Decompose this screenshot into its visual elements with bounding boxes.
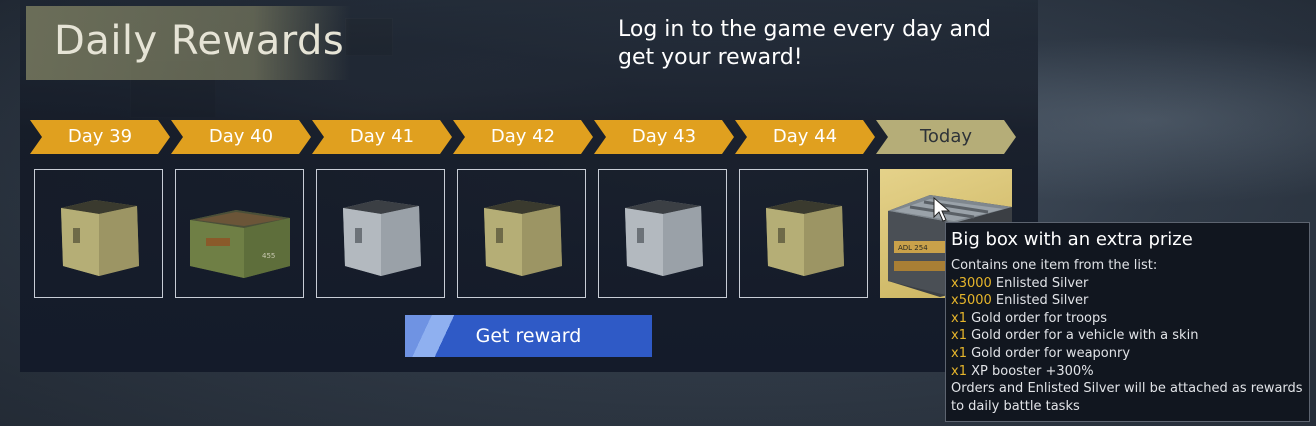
day-ribbon-44: Day 44 [735,120,875,154]
reward-slot-day-41[interactable] [316,169,445,298]
reward-slot-day-40[interactable]: 455 [175,169,304,298]
tooltip-note: Orders and Enlisted Silver will be attac… [951,381,1303,414]
item-text: XP booster +300% [971,363,1094,379]
olive-open-box-icon [61,200,139,276]
headline-text: Log in to the game every day and get you… [618,17,991,70]
item-quantity: x1 [951,310,967,326]
page-title: Daily Rewards [54,18,345,64]
crate-marking: ADL 254 [898,244,928,252]
item-text: Enlisted Silver [995,293,1089,309]
tooltip-title: Big box with an extra prize [951,229,1193,250]
reward-slot-day-42[interactable] [457,169,586,298]
mouse-cursor-icon [933,197,951,222]
item-quantity: x1 [951,328,967,344]
day-ribbon-today: Today [876,120,1016,154]
green-ammo-crate-icon: 455 [190,210,290,278]
get-reward-button-label: Get reward [475,325,582,347]
item-text: Gold order for troops [971,310,1108,326]
item-quantity: x1 [951,345,967,361]
item-text: Enlisted Silver [995,275,1089,291]
tooltip-item: x3000 Enlisted Silver [951,275,1303,293]
item-text: Gold order for a vehicle with a skin [971,328,1199,344]
tooltip-item: x1 XP booster +300% [951,363,1303,381]
reward-tooltip: Big box with an extra prize Contains one… [945,222,1310,422]
reward-slot-day-43[interactable] [598,169,727,298]
tooltip-item: x1 Gold order for a vehicle with a skin [951,327,1303,345]
item-text: Gold order for weaponry [971,345,1131,361]
steel-open-box-icon [625,200,703,276]
day-ribbon-40: Day 40 [171,120,311,154]
tooltip-item: x5000 Enlisted Silver [951,292,1303,310]
reward-slot-day-39[interactable] [34,169,163,298]
olive-open-box-icon [766,200,844,276]
day-ribbon-41: Day 41 [312,120,452,154]
olive-open-box-icon [484,200,562,276]
button-stripe-decoration [405,315,475,357]
day-ribbon-39: Day 39 [30,120,170,154]
tooltip-item: x1 Gold order for troops [951,310,1303,328]
get-reward-button[interactable]: Get reward [405,315,652,357]
item-quantity: x5000 [951,293,992,309]
item-quantity: x1 [951,363,967,379]
item-quantity: x3000 [951,275,992,291]
steel-open-box-icon [343,200,421,276]
reward-slot-day-44[interactable] [739,169,868,298]
tooltip-intro: Contains one item from the list: [951,258,1158,273]
tooltip-item: x1 Gold order for weaponry [951,345,1303,363]
day-ribbon-43: Day 43 [594,120,734,154]
day-ribbon-42: Day 42 [453,120,593,154]
svg-text:455: 455 [262,252,275,260]
